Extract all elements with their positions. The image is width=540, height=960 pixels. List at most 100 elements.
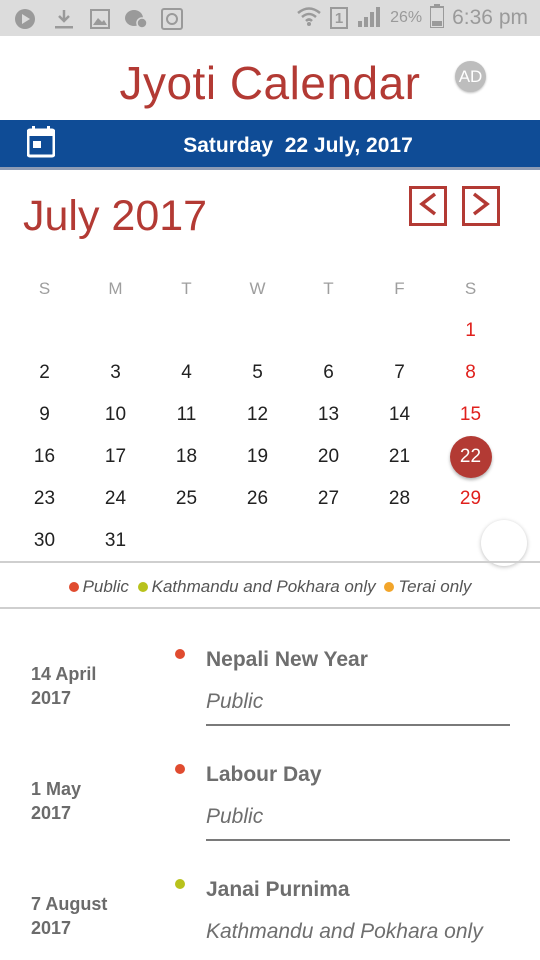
weekday-label: S xyxy=(464,279,477,298)
calendar-day[interactable]: 3 xyxy=(80,352,151,394)
weekday-label: W xyxy=(249,279,266,298)
today-date-label: Saturday 22 July, 2017 xyxy=(183,134,413,157)
image-icon xyxy=(88,7,112,35)
month-title: July 2017 xyxy=(23,192,208,240)
calendar-day-number: 8 xyxy=(465,362,476,383)
calendar-day[interactable]: 8 xyxy=(435,352,506,394)
calendar-day[interactable]: 9 xyxy=(9,394,80,436)
calendar-day[interactable]: 17 xyxy=(80,436,151,478)
calendar-day[interactable]: 31 xyxy=(80,520,151,562)
legend-item-kathmandu-pokhara: Kathmandu and Pokhara only xyxy=(137,577,376,597)
holiday-underline xyxy=(206,724,510,726)
holiday-date-day: 14 April xyxy=(31,664,97,684)
calendar-day[interactable]: 11 xyxy=(151,394,222,436)
calendar-blank-cell xyxy=(9,310,80,352)
calendar-day-number: 26 xyxy=(246,488,269,509)
divider xyxy=(0,561,540,563)
calendar-day[interactable]: 26 xyxy=(222,478,293,520)
calendar-day-number: 10 xyxy=(104,404,127,425)
calendar-day-number: 29 xyxy=(459,488,482,509)
calendar-day-number: 19 xyxy=(246,446,269,467)
chat-icon xyxy=(123,7,149,35)
calendar-day[interactable]: 2 xyxy=(9,352,80,394)
legend-dot xyxy=(68,582,79,592)
calendar-day[interactable]: 12 xyxy=(222,394,293,436)
legend-dot xyxy=(137,582,148,592)
calendar-day[interactable]: 13 xyxy=(293,394,364,436)
calendar-day-number: 25 xyxy=(175,488,198,509)
calendar-day[interactable]: 25 xyxy=(151,478,222,520)
chevron-right-icon xyxy=(470,191,492,221)
calendar-blank-cell xyxy=(151,310,222,352)
today-date-bar[interactable]: Saturday 22 July, 2017 xyxy=(0,120,540,170)
holiday-date: 14 April 2017 xyxy=(31,662,151,710)
sim-icon: 1 xyxy=(330,7,349,29)
play-icon xyxy=(13,7,37,35)
calendar-day-number: 18 xyxy=(175,446,198,467)
holiday-date-day: 7 August xyxy=(31,894,108,914)
holiday-type-dot xyxy=(175,764,185,774)
calendar-blank-cell xyxy=(222,310,293,352)
weekday-label: F xyxy=(394,279,405,298)
calendar-day[interactable]: 5 xyxy=(222,352,293,394)
holiday-name: Nepali New Year xyxy=(206,648,368,671)
calendar-day[interactable]: 1 xyxy=(435,310,506,352)
calendar-day-number: 7 xyxy=(394,362,405,383)
calendar-grid: 1 2 3 4 5 6 7 8 9 10 11 12 13 14 15 16 17 18 19 20 21 22 23 24 2… xyxy=(9,310,506,562)
calendar-day[interactable]: 21 xyxy=(364,436,435,478)
calendar-day-number: 24 xyxy=(104,488,127,509)
calendar-day-number: 11 xyxy=(176,404,197,425)
legend-item-terai: Terai only xyxy=(384,577,471,597)
calendar-day-number: 2 xyxy=(39,362,50,383)
holiday-name: Janai Purnima xyxy=(206,878,350,901)
calendar-day[interactable]: 24 xyxy=(80,478,151,520)
calendar-day-number: 17 xyxy=(104,446,127,467)
download-icon xyxy=(52,7,76,35)
next-month-button[interactable] xyxy=(462,186,500,226)
calendar-day[interactable]: 28 xyxy=(364,478,435,520)
calendar-day[interactable]: 18 xyxy=(151,436,222,478)
holiday-date-year: 2017 xyxy=(31,688,72,708)
floating-action-button[interactable] xyxy=(481,520,527,566)
calendar-day[interactable]: 6 xyxy=(293,352,364,394)
calendar-day[interactable]: 10 xyxy=(80,394,151,436)
calendar-day-number: 12 xyxy=(246,404,269,425)
holiday-date-year: 2017 xyxy=(31,803,72,823)
calendar-day-number: 13 xyxy=(317,404,340,425)
calendar-day[interactable]: 20 xyxy=(293,436,364,478)
battery-icon xyxy=(429,3,446,33)
calendar-day-number: 16 xyxy=(33,446,56,467)
calendar-day-number: 6 xyxy=(323,362,334,383)
calendar-day-number: 9 xyxy=(39,404,50,425)
calendar-day-number: 30 xyxy=(33,530,56,551)
calendar-day[interactable]: 23 xyxy=(9,478,80,520)
battery-percent: 26% xyxy=(390,9,423,26)
ad-toggle-button[interactable]: AD xyxy=(455,61,486,92)
calendar-day[interactable]: 14 xyxy=(364,394,435,436)
weekday-label: T xyxy=(181,279,192,298)
legend-item-public: Public xyxy=(68,577,129,597)
calendar-day[interactable]: 15 xyxy=(435,394,506,436)
calendar-day-number: 27 xyxy=(317,488,340,509)
calendar-day-number: 21 xyxy=(388,446,411,467)
calendar-day[interactable]: 4 xyxy=(151,352,222,394)
calendar-day[interactable]: 29 xyxy=(435,478,506,520)
calendar-day-today[interactable]: 22 xyxy=(435,436,506,478)
holiday-date: 7 August 2017 xyxy=(31,892,151,940)
calendar-day[interactable]: 19 xyxy=(222,436,293,478)
calendar-day-number: 23 xyxy=(33,488,56,509)
calendar-day[interactable]: 27 xyxy=(293,478,364,520)
holiday-date: 1 May 2017 xyxy=(31,777,151,825)
prev-month-button[interactable] xyxy=(409,186,447,226)
calendar-day[interactable]: 7 xyxy=(364,352,435,394)
status-bar: 1 26% 6:36 pm xyxy=(0,0,540,36)
calendar-day[interactable]: 30 xyxy=(9,520,80,562)
calendar-day-number: 31 xyxy=(104,530,127,551)
holiday-date-day: 1 May xyxy=(31,779,82,799)
holiday-type: Public xyxy=(206,690,264,713)
holiday-date-year: 2017 xyxy=(31,918,72,938)
legend-label: Kathmandu and Pokhara only xyxy=(151,577,376,596)
calendar-day-number: 3 xyxy=(110,362,121,383)
calendar-day[interactable]: 16 xyxy=(9,436,80,478)
legend-dot xyxy=(384,582,395,592)
